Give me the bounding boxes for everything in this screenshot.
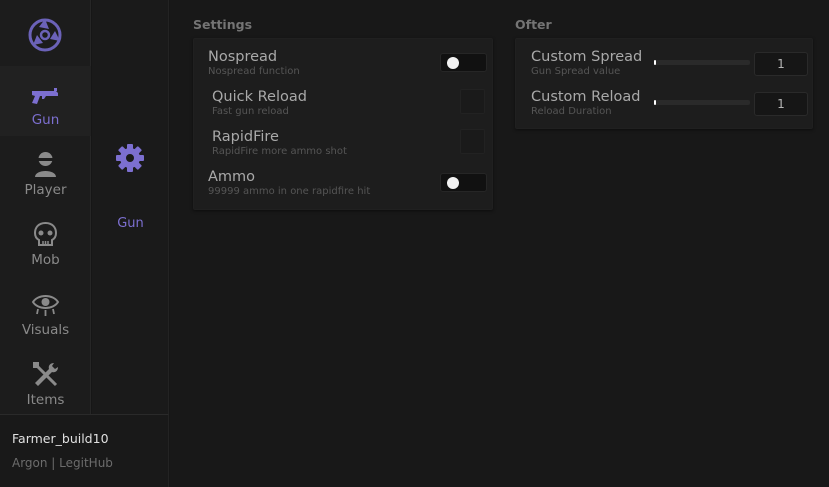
slider-fill	[654, 60, 656, 65]
eye-icon	[31, 295, 60, 316]
ofter-section-title: Ofter	[515, 17, 552, 32]
setting-row-ammo: Ammo 99999 ammo in one rapidfire hit	[194, 163, 492, 203]
ammo-toggle[interactable]	[440, 173, 487, 192]
custom-reload-slider[interactable]	[654, 100, 750, 105]
tools-icon	[33, 362, 58, 387]
slider-row-custom-spread: Custom Spread Gun Spread value 1	[516, 43, 812, 83]
app-window: Gun Player Mob Visuals Items Gun Farmer_…	[0, 0, 829, 487]
setting-row-quick-reload: Quick Reload Fast gun reload	[194, 83, 492, 123]
slider-fill	[654, 100, 656, 105]
sidebar-item-player[interactable]: Player	[0, 136, 91, 206]
sidebar-item-visuals[interactable]: Visuals	[0, 276, 91, 346]
slider-description: Gun Spread value	[531, 66, 621, 77]
settings-section-title: Settings	[193, 17, 253, 32]
settings-panel: Nospread Nospread function Quick Reload …	[193, 38, 493, 210]
slider-description: Reload Duration	[531, 106, 612, 117]
setting-description: Nospread function	[208, 66, 300, 77]
custom-reload-value[interactable]: 1	[754, 92, 808, 116]
gear-icon	[116, 144, 144, 172]
custom-spread-slider[interactable]	[654, 60, 750, 65]
slider-row-custom-reload: Custom Reload Reload Duration 1	[516, 83, 812, 123]
toggle-knob	[447, 177, 459, 189]
sidebar-item-label: Gun	[31, 112, 60, 128]
sidebar-item-label: Items	[26, 392, 65, 408]
setting-title: Ammo	[208, 169, 256, 185]
quick-reload-checkbox[interactable]	[460, 89, 485, 114]
user-footer: Farmer_build10 Argon | LegitHub	[0, 414, 169, 487]
sidebar-item-items[interactable]: Items	[0, 346, 91, 416]
subnav: Gun	[92, 0, 169, 414]
sidebar-item-label: Mob	[31, 252, 60, 268]
setting-description: Fast gun reload	[212, 106, 289, 117]
setting-title: Nospread	[208, 49, 278, 65]
setting-row-nospread: Nospread Nospread function	[194, 43, 492, 83]
slider-title: Custom Spread	[531, 49, 643, 65]
sidebar-item-label: Visuals	[21, 322, 70, 338]
setting-row-rapidfire: RapidFire RapidFire more ammo shot	[194, 123, 492, 163]
sidebar-item-label: Player	[24, 182, 67, 198]
sidebar: Gun Player Mob Visuals Items	[0, 0, 91, 414]
skull-icon	[33, 221, 58, 246]
setting-description: RapidFire more ammo shot	[212, 146, 347, 157]
logo-icon	[28, 18, 62, 52]
username: Farmer_build10	[12, 431, 109, 446]
person-icon	[35, 152, 56, 177]
main-content: Settings Nospread Nospread function Quic…	[170, 0, 829, 487]
custom-spread-value[interactable]: 1	[754, 52, 808, 76]
toggle-knob	[447, 57, 459, 69]
rapidfire-checkbox[interactable]	[460, 129, 485, 154]
nospread-toggle[interactable]	[440, 53, 487, 72]
ofter-panel: Custom Spread Gun Spread value 1 Custom …	[515, 38, 813, 129]
sidebar-item-gun[interactable]: Gun	[0, 66, 91, 136]
slider-title: Custom Reload	[531, 89, 641, 105]
sidebar-item-mob[interactable]: Mob	[0, 206, 91, 276]
setting-description: 99999 ammo in one rapidfire hit	[208, 186, 371, 197]
subnav-item-gun[interactable]: Gun	[92, 216, 169, 231]
setting-title: RapidFire	[212, 129, 279, 145]
revolver-icon	[32, 88, 58, 104]
setting-title: Quick Reload	[212, 89, 307, 105]
footer-subtitle: Argon | LegitHub	[12, 456, 113, 470]
